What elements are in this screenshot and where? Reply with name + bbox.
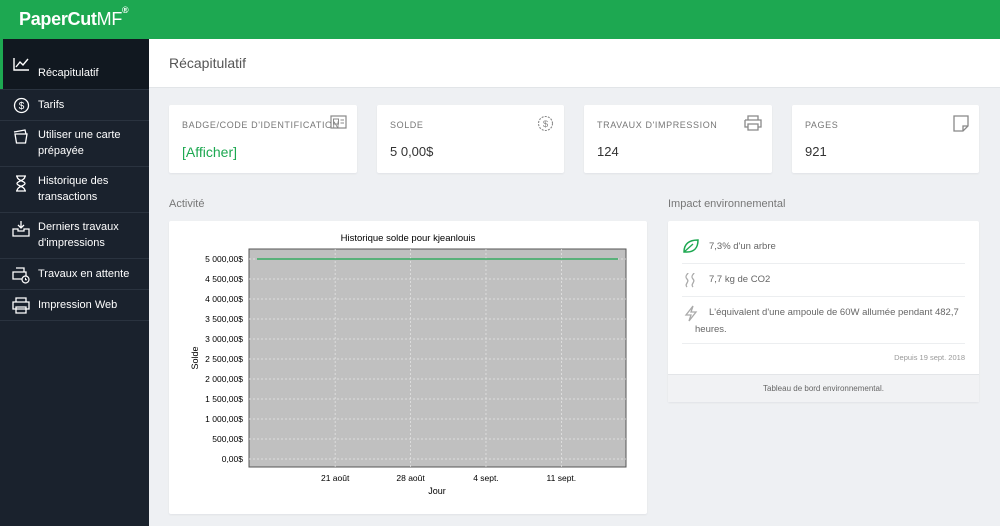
show-badge-link[interactable]: Afficher	[186, 144, 233, 160]
svg-text:$: $	[543, 119, 549, 130]
sidebar-item-recent-jobs[interactable]: Derniers travaux d'impressions	[0, 213, 149, 259]
balance-history-chart: Historique solde pour kjeanlouis 0,00$ 50…	[190, 233, 627, 496]
env-row-energy: L'équivalent d'une ampoule de 60W allumé…	[682, 297, 965, 344]
x-axis-label: Jour	[428, 486, 446, 496]
card-stack-icon	[11, 127, 31, 145]
y-tick-label: 2 500,00$	[205, 354, 243, 364]
x-axis-ticks: 21 août 28 août 4 sept. 11 sept.	[321, 473, 576, 483]
leaf-icon	[682, 238, 700, 257]
y-tick-label: 3 000,00$	[205, 334, 243, 344]
sidebar-item-label: Récapitulatif	[38, 67, 99, 79]
env-row-tree: 7,3% d'un arbre	[682, 221, 965, 264]
card-label: PAGES	[805, 120, 839, 130]
sidebar-item-label: Historique des transactions	[38, 175, 109, 203]
sidebar-item-label: Derniers travaux d'impressions	[38, 221, 119, 249]
pages-card: PAGES 921	[792, 105, 979, 173]
env-since-text: Depuis 19 sept. 2018	[894, 353, 965, 362]
card-label: BADGE/CODE D'IDENTIFICATION	[182, 120, 340, 130]
y-tick-label: 4 500,00$	[205, 274, 243, 284]
balance-value: 5 0,00$	[390, 144, 434, 159]
y-tick-label: 1 500,00$	[205, 394, 243, 404]
environment-card: 7,3% d'un arbre 7,7 kg de CO2 L'équivale…	[668, 221, 979, 402]
env-energy-text: L'équivalent d'une ampoule de 60W allumé…	[695, 307, 959, 335]
dollar-circle-icon: $	[537, 115, 554, 137]
print-jobs-card: TRAVAUX D'IMPRESSION 124	[584, 105, 772, 173]
print-hold-icon	[11, 266, 31, 284]
badge-value: [Afficher]	[182, 144, 237, 160]
chart-title: Historique solde pour kjeanlouis	[341, 233, 476, 244]
x-tick-label: 21 août	[321, 473, 350, 483]
sidebar-item-label: Utiliser une carte prépayée	[38, 129, 121, 157]
env-co2-text: 7,7 kg de CO2	[709, 274, 771, 285]
id-card-icon	[330, 115, 347, 134]
hourglass-icon	[11, 174, 31, 192]
sidebar-item-label: Tarifs	[38, 99, 65, 111]
y-axis-label: Solde	[190, 346, 200, 369]
page-title: Récapitulatif	[169, 55, 247, 71]
sidebar-item-recapitulatif[interactable]: Récapitulatif	[0, 39, 149, 90]
balance-card: SOLDE $ 5 0,00$	[377, 105, 564, 173]
y-tick-label: 1 000,00$	[205, 414, 243, 424]
card-label: SOLDE	[390, 120, 424, 130]
x-tick-label: 28 août	[396, 473, 425, 483]
page-header: Récapitulatif	[149, 39, 1000, 88]
sidebar-item-transaction-history[interactable]: Historique des transactions	[0, 167, 149, 213]
env-tree-text: 7,3% d'un arbre	[709, 241, 776, 252]
environment-title: Impact environnemental	[668, 198, 786, 210]
top-bar: PaperCutMF ®	[0, 0, 1000, 39]
web-print-icon	[11, 296, 31, 314]
x-tick-label: 11 sept.	[547, 473, 577, 483]
activity-chart-card: Historique solde pour kjeanlouis 0,00$ 50…	[169, 221, 647, 514]
x-tick-label: 4 sept.	[473, 473, 499, 483]
sidebar: Récapitulatif $ Tarifs Utiliser une cart…	[0, 39, 149, 526]
plot-area	[248, 248, 627, 468]
y-tick-label: 4 000,00$	[205, 294, 243, 304]
environment-dashboard-link[interactable]: Tableau de bord environnemental.	[763, 384, 884, 393]
line-chart-icon	[11, 55, 31, 73]
badge-card: BADGE/CODE D'IDENTIFICATION [Afficher]	[169, 105, 357, 173]
print-jobs-value: 124	[597, 144, 619, 159]
sidebar-item-prepaid-card[interactable]: Utiliser une carte prépayée	[0, 121, 149, 167]
env-row-co2: 7,7 kg de CO2	[682, 264, 965, 297]
inbox-tray-icon	[11, 219, 31, 237]
papercut-logo[interactable]: PaperCutMF ®	[19, 5, 129, 30]
y-tick-label: 2 000,00$	[205, 374, 243, 384]
y-tick-label: 3 500,00$	[205, 314, 243, 324]
y-tick-label: 0,00$	[222, 454, 244, 464]
card-label: TRAVAUX D'IMPRESSION	[597, 120, 718, 130]
y-tick-label: 5 000,00$	[205, 254, 243, 264]
y-tick-label: 500,00$	[212, 434, 243, 444]
sidebar-item-held-jobs[interactable]: Travaux en attente	[0, 259, 149, 290]
sidebar-item-web-print[interactable]: Impression Web	[0, 290, 149, 321]
sidebar-item-label: Travaux en attente	[38, 268, 130, 280]
env-footer: Tableau de bord environnemental.	[668, 374, 979, 402]
page-icon	[953, 115, 969, 137]
sidebar-item-label: Impression Web	[38, 299, 118, 311]
activity-title: Activité	[169, 198, 205, 210]
svg-text:$: $	[18, 101, 24, 112]
printer-icon	[744, 115, 762, 136]
dollar-circle-icon: $	[11, 96, 31, 114]
sidebar-item-tarifs[interactable]: $ Tarifs	[0, 90, 149, 121]
pages-value: 921	[805, 144, 827, 159]
y-axis-ticks: 0,00$ 500,00$ 1 000,00$ 1 500,00$ 2 000,00$ 2…	[205, 254, 243, 464]
smoke-icon	[682, 272, 700, 291]
